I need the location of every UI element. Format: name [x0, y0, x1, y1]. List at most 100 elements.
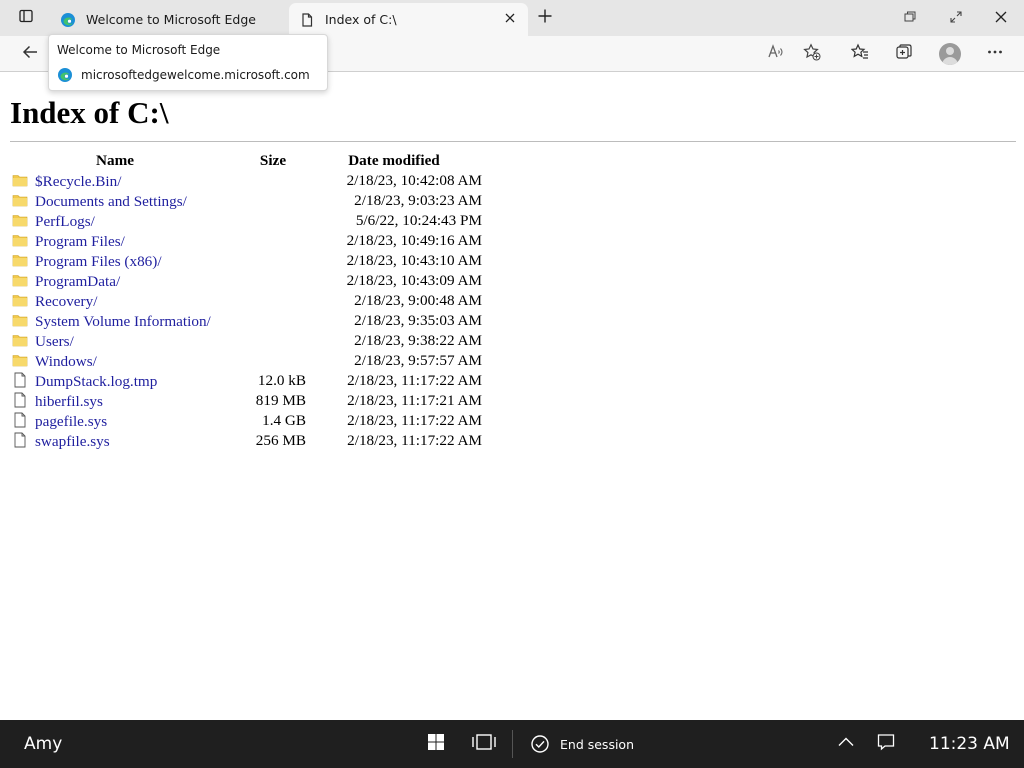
folder-row: $Recycle.Bin/2/18/23, 10:42:08 AM — [10, 171, 482, 191]
file-icon — [12, 432, 28, 448]
taskbar-clock[interactable]: 11:23 AM — [929, 734, 1010, 754]
entry-name-cell: Recovery/ — [10, 291, 240, 311]
entry-link[interactable]: swapfile.sys — [35, 433, 110, 450]
tab-strip: Welcome to Microsoft Edge Index of C:\ — [0, 0, 1024, 36]
entry-link[interactable]: System Volume Information/ — [35, 313, 211, 330]
horizontal-rule — [10, 141, 1016, 142]
show-hidden-icons-button[interactable] — [830, 728, 862, 760]
entry-size-cell — [240, 351, 306, 371]
tab-hover-card: Welcome to Microsoft Edge microsoftedgew… — [48, 34, 328, 91]
task-view-icon — [471, 733, 497, 755]
entry-name-cell: Documents and Settings/ — [10, 191, 240, 211]
column-header-name[interactable]: Name — [10, 151, 240, 171]
entry-size-cell — [240, 251, 306, 271]
entry-link[interactable]: Program Files/ — [35, 233, 125, 250]
file-icon — [12, 412, 28, 428]
entry-name-cell: ProgramData/ — [10, 271, 240, 291]
end-session-button[interactable]: End session — [530, 730, 634, 758]
collections-button[interactable] — [888, 38, 920, 70]
back-button[interactable] — [14, 38, 46, 70]
entry-size-cell — [240, 291, 306, 311]
restore-icon — [903, 9, 917, 28]
tab-welcome-edge[interactable]: Welcome to Microsoft Edge — [50, 3, 286, 36]
entry-size-cell: 819 MB — [255, 392, 306, 409]
entry-link[interactable]: Documents and Settings/ — [35, 193, 187, 210]
entry-size-cell — [240, 271, 306, 291]
notification-icon — [877, 733, 895, 755]
hover-card-url: microsoftedgewelcome.microsoft.com — [81, 68, 310, 82]
folder-icon — [12, 292, 28, 308]
file-row: swapfile.sys 256 MB 2/18/23, 11:17:22 AM — [10, 431, 482, 451]
new-tab-button[interactable] — [523, 0, 567, 36]
folder-icon — [12, 332, 28, 348]
task-view-button[interactable] — [468, 728, 500, 760]
entry-size-cell — [240, 331, 306, 351]
entry-date-cell: 2/18/23, 9:03:23 AM — [354, 192, 482, 209]
entry-link[interactable]: Users/ — [35, 333, 74, 350]
file-row: pagefile.sys 1.4 GB 2/18/23, 11:17:22 AM — [10, 411, 482, 431]
entry-name-cell: Program Files (x86)/ — [10, 251, 240, 271]
directory-listing-body: $Recycle.Bin/2/18/23, 10:42:08 AM Documen… — [10, 171, 482, 451]
folder-icon — [12, 352, 28, 368]
folder-row: Users/2/18/23, 9:38:22 AM — [10, 331, 482, 351]
folder-row: Program Files (x86)/ 2/18/23, 10:43:10 AM — [10, 251, 482, 271]
tab-actions-icon — [18, 8, 34, 28]
windows-start-icon — [427, 733, 445, 755]
entry-name-cell: hiberfil.sys — [10, 391, 240, 411]
entry-link[interactable]: hiberfil.sys — [35, 393, 103, 410]
window-close-button[interactable] — [978, 0, 1024, 36]
settings-and-more-button[interactable] — [979, 38, 1011, 70]
entry-date-cell: 2/18/23, 11:17:21 AM — [347, 392, 482, 409]
entry-date-cell: 2/18/23, 10:49:16 AM — [346, 232, 482, 249]
entry-name-cell: System Volume Information/ — [10, 311, 240, 331]
start-button[interactable] — [420, 728, 452, 760]
entry-link[interactable]: DumpStack.log.tmp — [35, 373, 157, 390]
folder-row: Windows/2/18/23, 9:57:57 AM — [10, 351, 482, 371]
entry-date-cell: 2/18/23, 11:17:22 AM — [347, 372, 482, 389]
notifications-button[interactable] — [870, 728, 902, 760]
read-aloud-button[interactable] — [760, 38, 792, 70]
chevron-up-icon — [837, 733, 855, 755]
column-header-date-modified[interactable]: Date modified — [306, 151, 482, 171]
entry-link[interactable]: pagefile.sys — [35, 413, 107, 430]
folder-row: PerfLogs/5/6/22, 10:24:43 PM — [10, 211, 482, 231]
entry-link[interactable]: ProgramData/ — [35, 273, 120, 290]
entry-name-cell: Users/ — [10, 331, 240, 351]
back-icon — [21, 43, 39, 65]
entry-date-cell: 2/18/23, 11:17:22 AM — [347, 432, 482, 449]
favorites-button[interactable] — [844, 38, 876, 70]
tab-index-of-c[interactable]: Index of C:\ — [289, 3, 528, 36]
profile-button[interactable] — [934, 38, 966, 70]
window-maximize-button[interactable] — [933, 0, 979, 36]
entry-link[interactable]: $Recycle.Bin/ — [35, 173, 121, 190]
close-tab-button[interactable] — [496, 6, 524, 34]
folder-row: Program Files/2/18/23, 10:49:16 AM — [10, 231, 482, 251]
entry-name-cell: Windows/ — [10, 351, 240, 371]
entry-size-cell — [240, 231, 306, 251]
entry-date-cell: 2/18/23, 9:00:48 AM — [354, 292, 482, 309]
entry-date-cell: 2/18/23, 9:35:03 AM — [354, 312, 482, 329]
directory-listing-table: Name Size Date modified $Recycle.Bin/2/1… — [10, 151, 482, 451]
tab-title: Welcome to Microsoft Edge — [86, 12, 256, 27]
entry-name-cell: Program Files/ — [10, 231, 240, 251]
entry-size-cell: 12.0 kB — [257, 372, 306, 389]
folder-icon — [12, 192, 28, 208]
more-icon — [986, 43, 1004, 65]
entry-link[interactable]: Windows/ — [35, 353, 97, 370]
table-header-row: Name Size Date modified — [10, 151, 482, 171]
page-icon — [299, 12, 315, 28]
entry-link[interactable]: PerfLogs/ — [35, 213, 95, 230]
taskbar-separator — [512, 730, 513, 758]
entry-link[interactable]: Program Files (x86)/ — [35, 253, 162, 270]
entry-link[interactable]: Recovery/ — [35, 293, 97, 310]
column-header-size[interactable]: Size — [240, 151, 306, 171]
folder-row: Recovery/2/18/23, 9:00:48 AM — [10, 291, 482, 311]
tab-actions-button[interactable] — [4, 0, 48, 36]
add-favorite-button[interactable] — [796, 38, 828, 70]
folder-icon — [12, 272, 28, 288]
entry-name-cell: PerfLogs/ — [10, 211, 240, 231]
entry-size-cell: 1.4 GB — [262, 412, 306, 429]
window-restore-button[interactable] — [887, 0, 933, 36]
folder-row: System Volume Information/2/18/23, 9:35:… — [10, 311, 482, 331]
entry-size-cell — [240, 191, 306, 211]
